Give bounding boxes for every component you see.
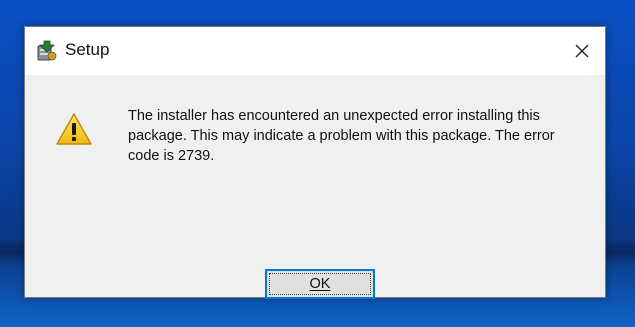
title-bar[interactable]: Setup	[25, 27, 605, 75]
dialog-title: Setup	[65, 40, 110, 59]
close-button[interactable]	[559, 27, 605, 75]
setup-installer-icon	[35, 40, 57, 62]
dialog-content: The installer has encountered an unexpec…	[25, 75, 605, 299]
ok-button[interactable]: OK	[265, 269, 375, 299]
setup-dialog: Setup The installer has encountered an u…	[24, 26, 606, 299]
warning-icon	[55, 112, 93, 146]
error-message: The installer has encountered an unexpec…	[128, 108, 555, 164]
close-icon	[575, 44, 589, 58]
ok-button-label: OK	[309, 276, 331, 292]
